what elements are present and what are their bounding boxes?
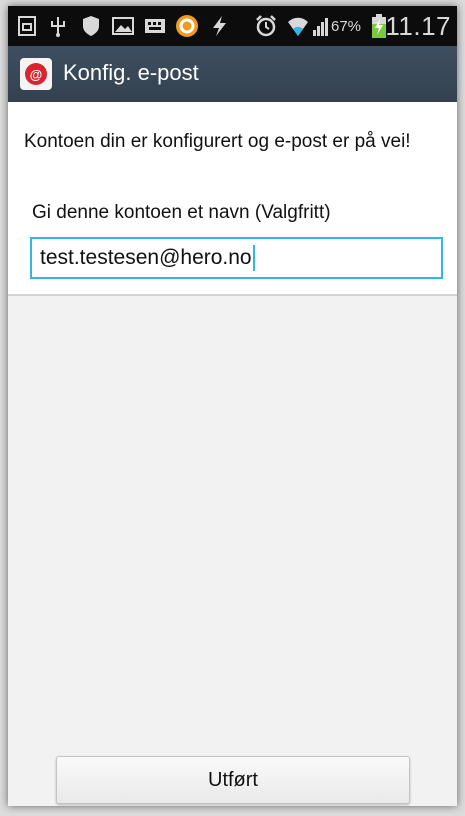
email-icon-glyph: @ — [25, 63, 47, 85]
shield-icon — [80, 14, 102, 38]
text-caret — [252, 245, 255, 271]
gallery-icon — [112, 14, 134, 38]
keyboard-icon — [144, 14, 166, 38]
account-name-input[interactable]: test.testesen@hero.no — [30, 237, 443, 279]
wifi-icon — [285, 14, 311, 38]
account-name-value: test.testesen@hero.no — [40, 246, 252, 269]
device-frame: 67% 11.17 @ Konfig. e-post Kontoen din e… — [0, 0, 465, 816]
status-bar: 67% 11.17 — [8, 6, 457, 46]
done-button[interactable]: Utført — [56, 756, 410, 804]
app-notification-icon — [174, 14, 200, 38]
alarm-icon — [254, 14, 278, 38]
signal-icon — [312, 14, 330, 38]
usb-icon — [48, 14, 68, 38]
email-icon[interactable]: @ — [20, 58, 52, 90]
phone-screen: 67% 11.17 @ Konfig. e-post Kontoen din e… — [8, 6, 457, 806]
setup-panel: Kontoen din er konfigurert og e-post er … — [8, 102, 457, 296]
action-bar: @ Konfig. e-post — [8, 46, 457, 102]
account-name-label: Gi denne kontoen et navn (Valgfritt) — [32, 202, 331, 223]
success-message: Kontoen din er konfigurert og e-post er … — [24, 131, 411, 152]
battery-percent: 67% — [331, 18, 362, 35]
page-title: Konfig. e-post — [63, 60, 199, 85]
screenshot-icon — [16, 14, 38, 38]
main-content: Kontoen din er konfigurert og e-post er … — [8, 102, 457, 806]
clock: 11.17 — [385, 11, 451, 41]
flash-icon — [208, 14, 230, 38]
